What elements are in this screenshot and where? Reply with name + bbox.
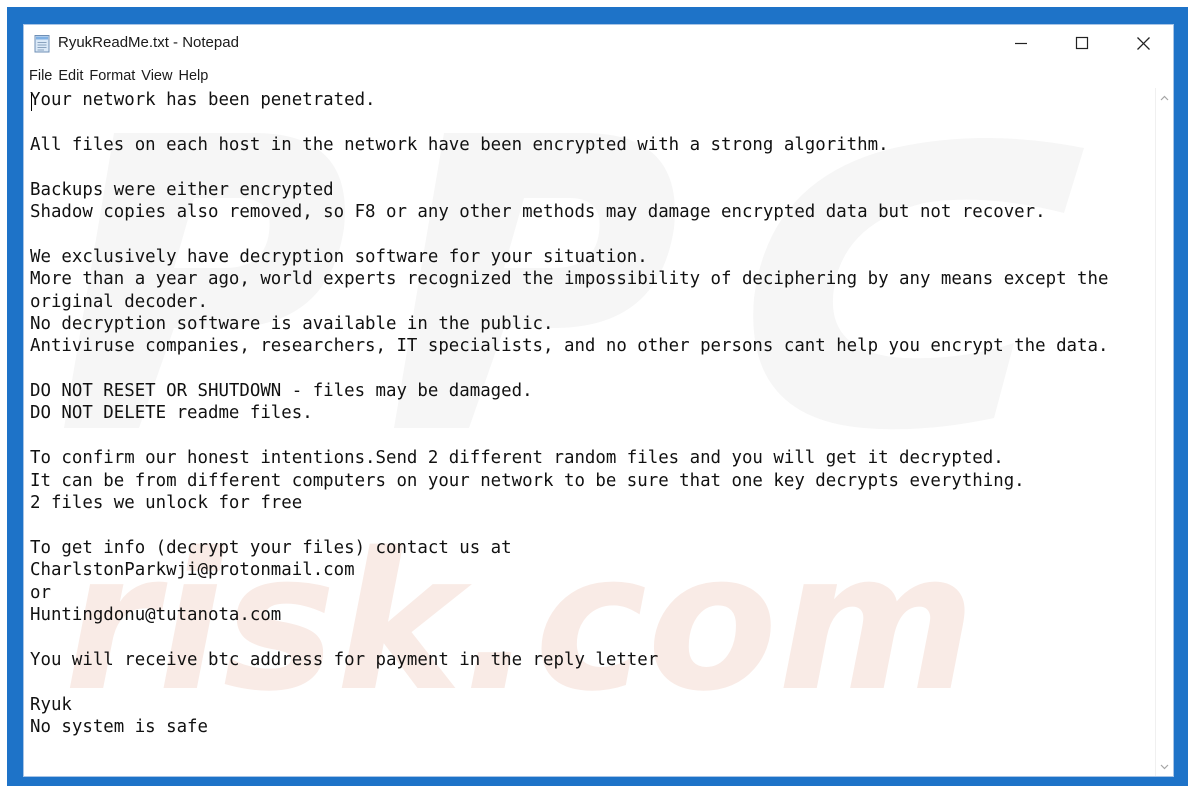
menu-help[interactable]: Help — [175, 68, 211, 84]
text-line: DO NOT RESET OR SHUTDOWN - files may be … — [30, 381, 533, 402]
text-line: No system is safe — [30, 716, 208, 737]
text-line: More than a year ago, world experts reco… — [30, 269, 1109, 290]
menu-view[interactable]: View — [138, 68, 175, 84]
text-line: To get info (decrypt your files) contact… — [30, 537, 512, 558]
screenshot-frame: RyukReadMe.txt - Notepad File Edit Forma… — [7, 7, 1188, 786]
text-editor[interactable]: risk.com Your network has been penetrate… — [24, 88, 1155, 776]
text-line: Your network has been penetrated. — [30, 90, 376, 110]
text-line: CharlstonParkwji@protonmail.com — [30, 560, 355, 581]
text-line: Antiviruse companies, researchers, IT sp… — [30, 336, 1109, 357]
menu-format[interactable]: Format — [86, 68, 138, 84]
text-line: Huntingdonu@tutanota.com — [30, 604, 282, 625]
vertical-scrollbar[interactable] — [1155, 88, 1173, 776]
scroll-up-button[interactable] — [1156, 89, 1173, 106]
menu-edit[interactable]: Edit — [55, 68, 86, 84]
text-line: It can be from different computers on yo… — [30, 470, 1025, 491]
maximize-button[interactable] — [1053, 25, 1111, 61]
text-line — [30, 671, 1108, 693]
minimize-icon — [1015, 42, 1027, 45]
document-text: Your network has been penetrated. All fil… — [30, 89, 1108, 738]
maximize-icon — [1075, 36, 1089, 50]
text-line — [30, 156, 1108, 178]
menu-file[interactable]: File — [26, 68, 55, 84]
text-line: 2 files we unlock for free — [30, 493, 303, 514]
text-line: No decryption software is available in t… — [30, 313, 554, 334]
window-title: RyukReadMe.txt - Notepad — [58, 34, 239, 51]
text-line — [30, 223, 1108, 245]
chevron-up-icon — [1160, 95, 1169, 100]
text-line — [30, 425, 1108, 447]
text-line: DO NOT DELETE readme files. — [30, 403, 313, 424]
close-icon — [1136, 36, 1150, 50]
text-line: original decoder. — [30, 291, 208, 312]
menu-bar: File Edit Format View Help — [24, 65, 1173, 87]
text-line: You will receive btc address for payment… — [30, 649, 659, 670]
text-line: Backups were either encrypted — [30, 179, 334, 200]
title-bar[interactable]: RyukReadMe.txt - Notepad — [24, 25, 1173, 63]
text-line: We exclusively have decryption software … — [30, 246, 648, 267]
chevron-down-icon — [1160, 764, 1169, 769]
text-line: Ryuk — [30, 694, 72, 715]
text-line: All files on each host in the network ha… — [30, 134, 889, 155]
text-line — [30, 626, 1108, 648]
text-line — [30, 358, 1108, 380]
notepad-icon — [34, 35, 50, 53]
text-line: To confirm our honest intentions.Send 2 … — [30, 448, 1004, 469]
text-line: Shadow copies also removed, so F8 or any… — [30, 201, 1046, 222]
minimize-button[interactable] — [992, 25, 1050, 61]
text-line — [30, 111, 1108, 133]
text-line: or — [30, 582, 51, 603]
close-button[interactable] — [1114, 25, 1172, 61]
scroll-down-button[interactable] — [1156, 758, 1173, 775]
text-line — [30, 514, 1108, 536]
notepad-window: RyukReadMe.txt - Notepad File Edit Forma… — [23, 24, 1174, 777]
